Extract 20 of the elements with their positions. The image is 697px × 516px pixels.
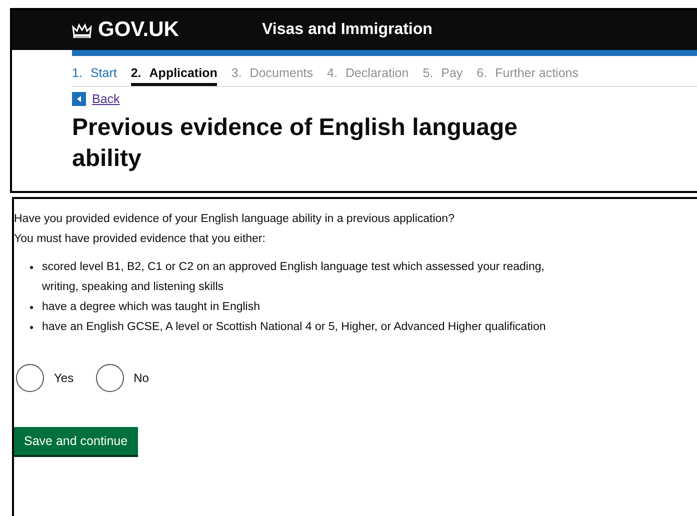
back-link[interactable]: Back — [92, 92, 120, 106]
logo-text: GOV.UK — [98, 18, 179, 42]
progress-step[interactable]: 1. Start — [72, 66, 117, 86]
bullet-icon — [30, 326, 33, 329]
bullet-icon — [30, 306, 33, 309]
radio-label[interactable]: Yes — [54, 371, 74, 385]
bullet-text: have an English GCSE, A level or Scottish National 4 or 5, Higher, or Advanced Higher qualification — [42, 320, 546, 335]
progress-step[interactable]: 2. Application — [130, 66, 218, 86]
crown-icon — [72, 22, 92, 38]
page-heading: Previous evidence of English language ability — [72, 113, 518, 174]
bullet-icon — [30, 266, 33, 269]
gov-uk-logo[interactable]: GOV.UK — [72, 18, 262, 42]
question-text: Have you provided evidence of your English language ability in a previous application? — [14, 212, 456, 227]
bullet-text: have a degree which was taught in English — [42, 300, 260, 315]
save-and-continue-button[interactable]: Save and continue — [14, 427, 138, 455]
hint-text: You must have provided evidence that you either: — [14, 232, 266, 247]
radio-button[interactable] — [96, 364, 124, 392]
service-name[interactable]: Visas and Immigration — [262, 21, 432, 39]
radio-label[interactable]: No — [134, 371, 149, 385]
radio-button[interactable] — [16, 364, 44, 392]
